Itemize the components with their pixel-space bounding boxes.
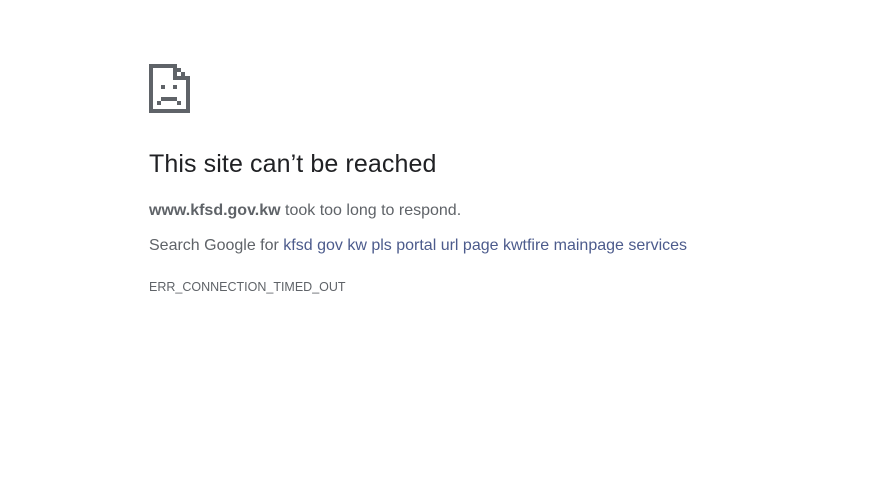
search-prefix: Search Google for [149, 237, 284, 254]
error-message-suffix: took too long to respond. [280, 202, 462, 219]
sad-page-icon [149, 64, 190, 113]
error-host: www.kfsd.gov.kw [149, 202, 281, 219]
error-code: ERR_CONNECTION_TIMED_OUT [149, 280, 346, 294]
page-title: This site can’t be reached [149, 150, 437, 178]
search-suggestion: Search Google for kfsd gov kw pls portal… [149, 236, 849, 256]
error-message: www.kfsd.gov.kw took too long to respond… [149, 201, 849, 221]
error-page-content: This site can’t be reached www.kfsd.gov.… [149, 64, 849, 295]
search-google-link[interactable]: kfsd gov kw pls portal url page kwtfire … [283, 237, 687, 254]
